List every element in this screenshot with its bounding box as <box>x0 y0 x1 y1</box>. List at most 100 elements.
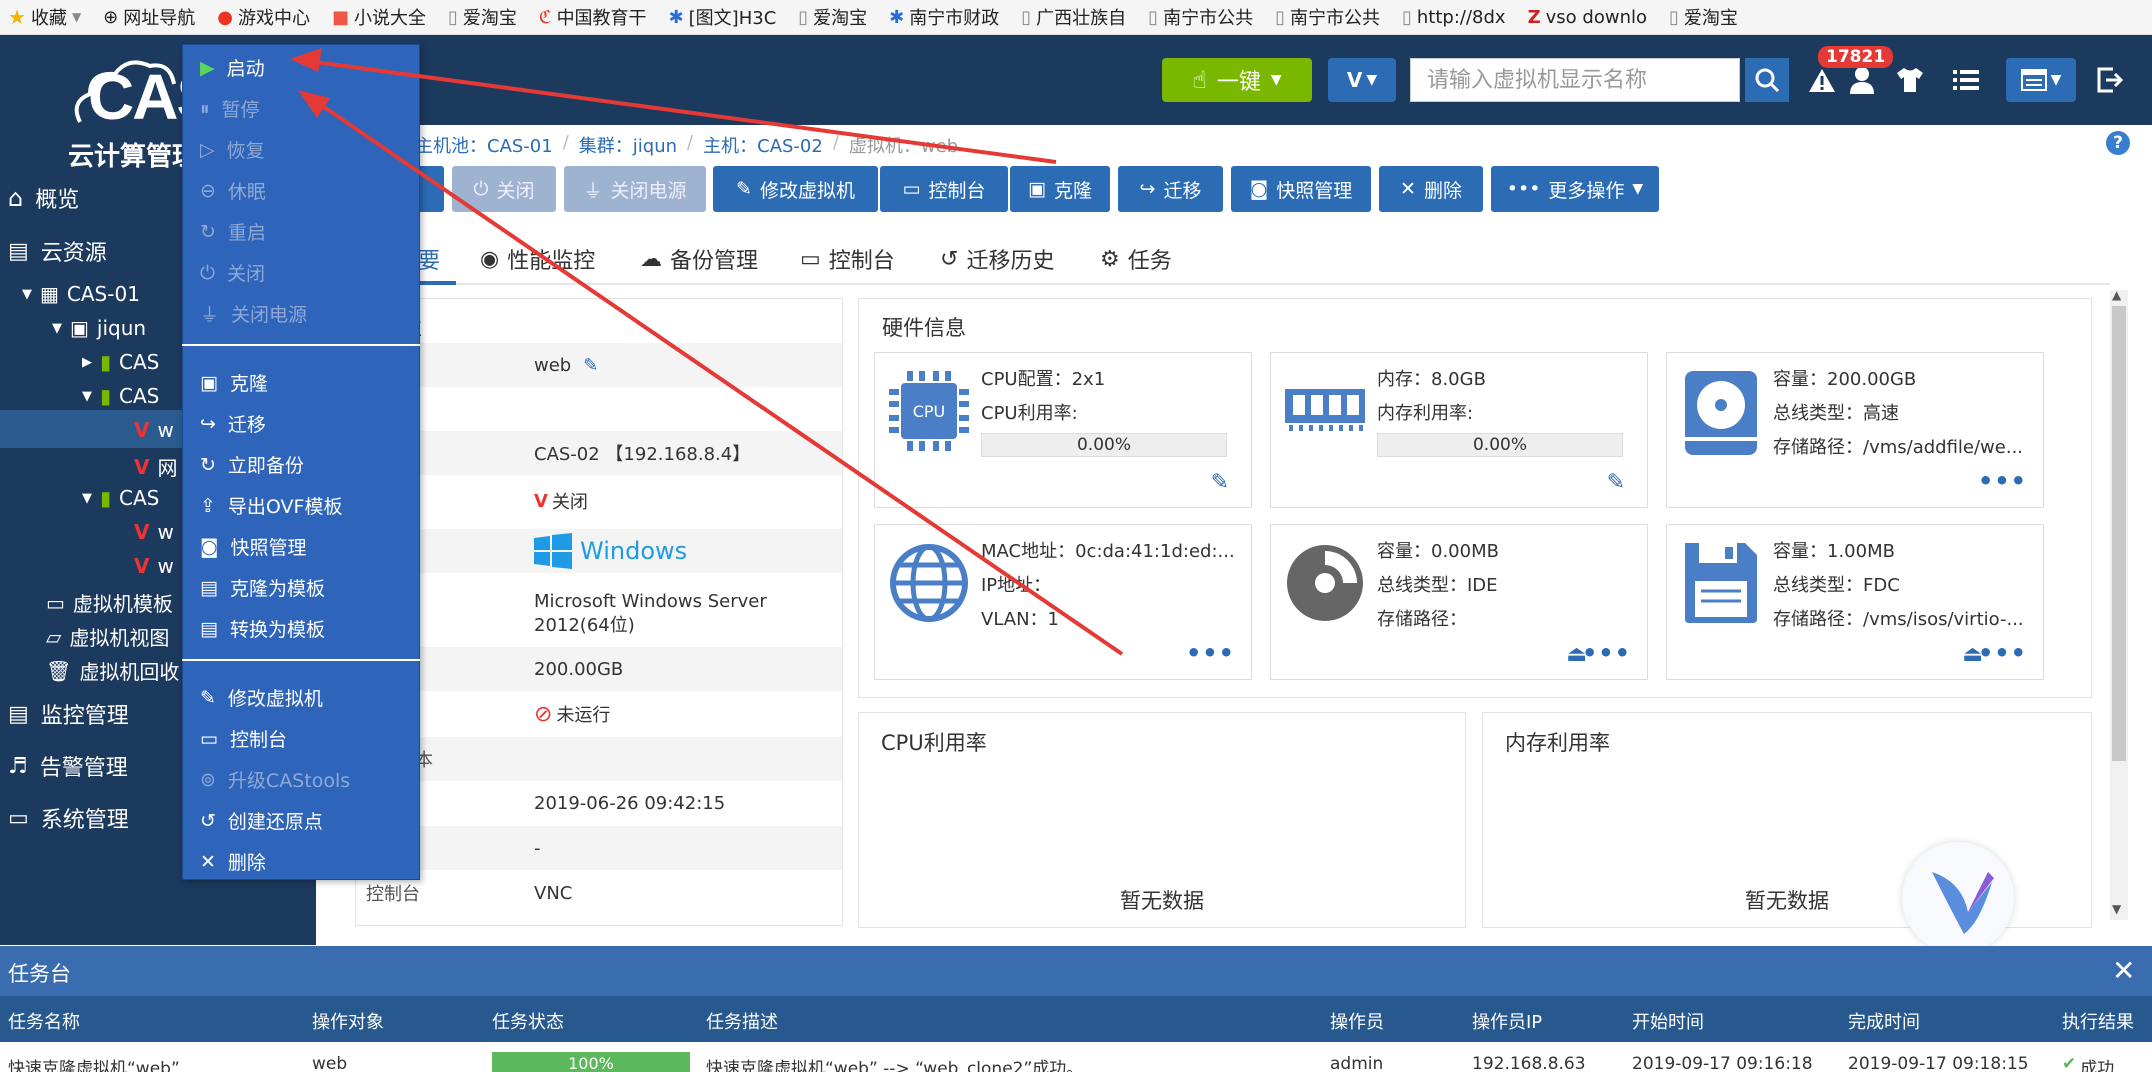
tree-vm[interactable]: Vw <box>134 418 174 442</box>
bookmark-item[interactable]: ■ 小说大全 <box>332 4 426 30</box>
tree-host[interactable]: ▼ ▮ CAS <box>82 486 159 510</box>
more-options-icon[interactable]: ••• <box>1582 639 1631 667</box>
cloud-icon: ☁ <box>640 246 662 272</box>
tree-vm[interactable]: Vw <box>134 520 174 544</box>
migrate-button[interactable]: ↪ 迁移 <box>1118 166 1223 212</box>
assistant-widget[interactable] <box>1902 842 2014 954</box>
bookmark-item[interactable]: ▯ http://8dx <box>1402 7 1506 28</box>
bookmark-item[interactable]: ✱ 南宁市财政 <box>889 4 999 30</box>
nav-monitor[interactable]: ▤ 监控管理 <box>8 698 129 730</box>
tab-backup[interactable]: ☁ 备份管理 <box>640 243 758 275</box>
search-button[interactable] <box>1745 58 1789 102</box>
more-actions-button[interactable]: ••• 更多操作 ▼ <box>1491 166 1659 212</box>
power-off-button[interactable]: ⏚ 关闭电源 <box>564 166 706 212</box>
more-options-icon[interactable]: ••• <box>1186 639 1235 667</box>
nav-alarm[interactable]: ♬ 告警管理 <box>8 750 128 782</box>
shutdown-button[interactable]: ⏻ 关闭 <box>452 166 556 212</box>
tab-console[interactable]: ▭ 控制台 <box>800 243 895 275</box>
tab-migrate-history[interactable]: ↺ 迁移历史 <box>940 243 1054 275</box>
snapshot-button[interactable]: ◙ 快照管理 <box>1231 166 1371 212</box>
menu-item-restore-point[interactable]: ↺ 创建还原点 <box>200 807 323 834</box>
tree-host-pool[interactable]: ▼ ▦ CAS-01 <box>22 282 140 306</box>
menu-item-export-ovf[interactable]: ⇪ 导出OVF模板 <box>200 492 342 519</box>
menu-item-clone-template[interactable]: ▤ 克隆为模板 <box>200 574 325 601</box>
menu-item-clone[interactable]: ▣ 克隆 <box>200 369 268 396</box>
list-icon[interactable] <box>1950 64 1982 96</box>
menu-item-console[interactable]: ▭ 控制台 <box>200 725 287 752</box>
bookmark-item[interactable]: ▯ 南宁市公共 <box>1148 4 1253 30</box>
user-icon[interactable] <box>1846 64 1878 96</box>
bookmark-favorites[interactable]: ★ 收藏 ▼ <box>8 4 81 30</box>
nav-cloud-resources[interactable]: ▤ 云资源 <box>8 235 107 267</box>
more-options-icon[interactable]: ••• <box>1978 639 2027 667</box>
column-header[interactable]: 操作员 <box>1330 1008 1384 1034</box>
bookmark-item[interactable]: ▯ 爱淘宝 <box>798 4 867 30</box>
breadcrumb-item[interactable]: 集群：jiqun <box>579 132 677 158</box>
scroll-up-icon[interactable]: ▲ <box>2112 288 2121 302</box>
bookmark-item[interactable]: ▯ 广西壮族自 <box>1021 4 1126 30</box>
scrollbar-thumb[interactable] <box>2112 306 2126 761</box>
delete-button[interactable]: ✕ 删除 <box>1379 166 1483 212</box>
menu-item-convert-template[interactable]: ▤ 转换为模板 <box>200 615 325 642</box>
tree-cluster[interactable]: ▼ ▣ jiqun <box>52 316 146 340</box>
paw-icon: ✱ <box>668 6 684 28</box>
onekey-button[interactable]: ☝ 一键 ▼ <box>1162 58 1312 102</box>
tree-vm-templates[interactable]: ▭ 虚拟机模板 <box>46 588 173 617</box>
tshirt-icon[interactable] <box>1894 64 1926 96</box>
console-button[interactable]: ▭ 控制台 <box>880 166 1008 212</box>
game-icon: ● <box>217 6 233 28</box>
bookmark-item[interactable]: ✱ [图文]H3C <box>669 4 777 30</box>
tab-perf-monitor[interactable]: ◉ 性能监控 <box>480 243 595 275</box>
vm-search-input[interactable] <box>1410 58 1740 102</box>
menu-item-migrate[interactable]: ↪ 迁移 <box>200 410 266 437</box>
breadcrumb-item[interactable]: 主机池：CAS-01 <box>415 132 553 158</box>
layout-dropdown[interactable]: ▼ <box>2006 58 2076 102</box>
tree-vm[interactable]: Vw <box>134 554 174 578</box>
tree-host[interactable]: ▶ ▮ CAS <box>82 350 159 374</box>
more-options-icon[interactable]: ••• <box>1978 467 2027 495</box>
column-header[interactable]: 任务描述 <box>706 1008 778 1034</box>
modify-vm-button[interactable]: ✎ 修改虚拟机 <box>713 166 878 212</box>
bookmark-item[interactable]: ⊕ 网址导航 <box>103 4 195 30</box>
menu-item-backup-now[interactable]: ↻ 立即备份 <box>200 451 304 478</box>
column-header[interactable]: 开始时间 <box>1632 1008 1704 1034</box>
prop-row: ols 版本 <box>356 737 842 781</box>
edit-icon[interactable]: ✎ <box>1607 470 1625 495</box>
nav-overview[interactable]: ⌂ 概览 <box>8 182 79 214</box>
breadcrumb-item[interactable]: 主机：CAS-02 <box>703 132 823 158</box>
menu-item-start[interactable]: ▶ 启动 <box>200 54 265 81</box>
tree-vm-recycle[interactable]: 🗑 虚拟机回收 <box>46 656 179 685</box>
scroll-down-icon[interactable]: ▼ <box>2112 902 2121 916</box>
column-header[interactable]: 完成时间 <box>1848 1008 1920 1034</box>
warning-icon[interactable] <box>1806 64 1838 96</box>
tree-host[interactable]: ▼ ▮ CAS <box>82 384 159 408</box>
column-header[interactable]: 操作对象 <box>312 1008 384 1034</box>
column-header[interactable]: 任务名称 <box>8 1008 80 1034</box>
logout-icon[interactable] <box>2094 64 2126 96</box>
column-header[interactable]: 任务状态 <box>492 1008 564 1034</box>
edit-icon[interactable]: ✎ <box>583 355 598 376</box>
vm-type-dropdown[interactable]: V ▼ <box>1328 58 1396 102</box>
clone-button[interactable]: ▣ 克隆 <box>1010 166 1110 212</box>
tree-vm[interactable]: V网 <box>134 452 177 481</box>
tab-overview[interactable]: 要 <box>418 243 440 275</box>
camera-icon: ◙ <box>200 535 219 558</box>
bookmark-item[interactable]: ℭ 中国教育干 <box>539 4 647 30</box>
menu-item-delete[interactable]: ✕ 删除 <box>200 848 266 875</box>
prop-row: Microsoft Windows Server 2012(64位) <box>534 591 767 636</box>
column-header[interactable]: 执行结果 <box>2062 1008 2134 1034</box>
nav-system[interactable]: ▭ 系统管理 <box>8 802 129 834</box>
bookmark-item[interactable]: ▯ 爱淘宝 <box>448 4 517 30</box>
bookmark-item[interactable]: ● 游戏中心 <box>217 4 310 30</box>
help-icon[interactable]: ? <box>2106 131 2130 155</box>
bookmark-item[interactable]: ▯ 爱淘宝 <box>1669 4 1738 30</box>
menu-item-modify-vm[interactable]: ✎ 修改虚拟机 <box>200 684 323 711</box>
tree-vm-views[interactable]: ▱ 虚拟机视图 <box>46 622 169 651</box>
bookmark-item[interactable]: Zvso downlo <box>1528 7 1647 28</box>
column-header[interactable]: 操作员IP <box>1472 1008 1542 1034</box>
menu-item-snapshot[interactable]: ◙ 快照管理 <box>200 533 306 560</box>
tab-task[interactable]: ⚙ 任务 <box>1100 243 1172 275</box>
bookmark-item[interactable]: ▯ 南宁市公共 <box>1275 4 1380 30</box>
edit-icon[interactable]: ✎ <box>1211 470 1229 495</box>
close-icon[interactable]: ✕ <box>2112 954 2135 987</box>
